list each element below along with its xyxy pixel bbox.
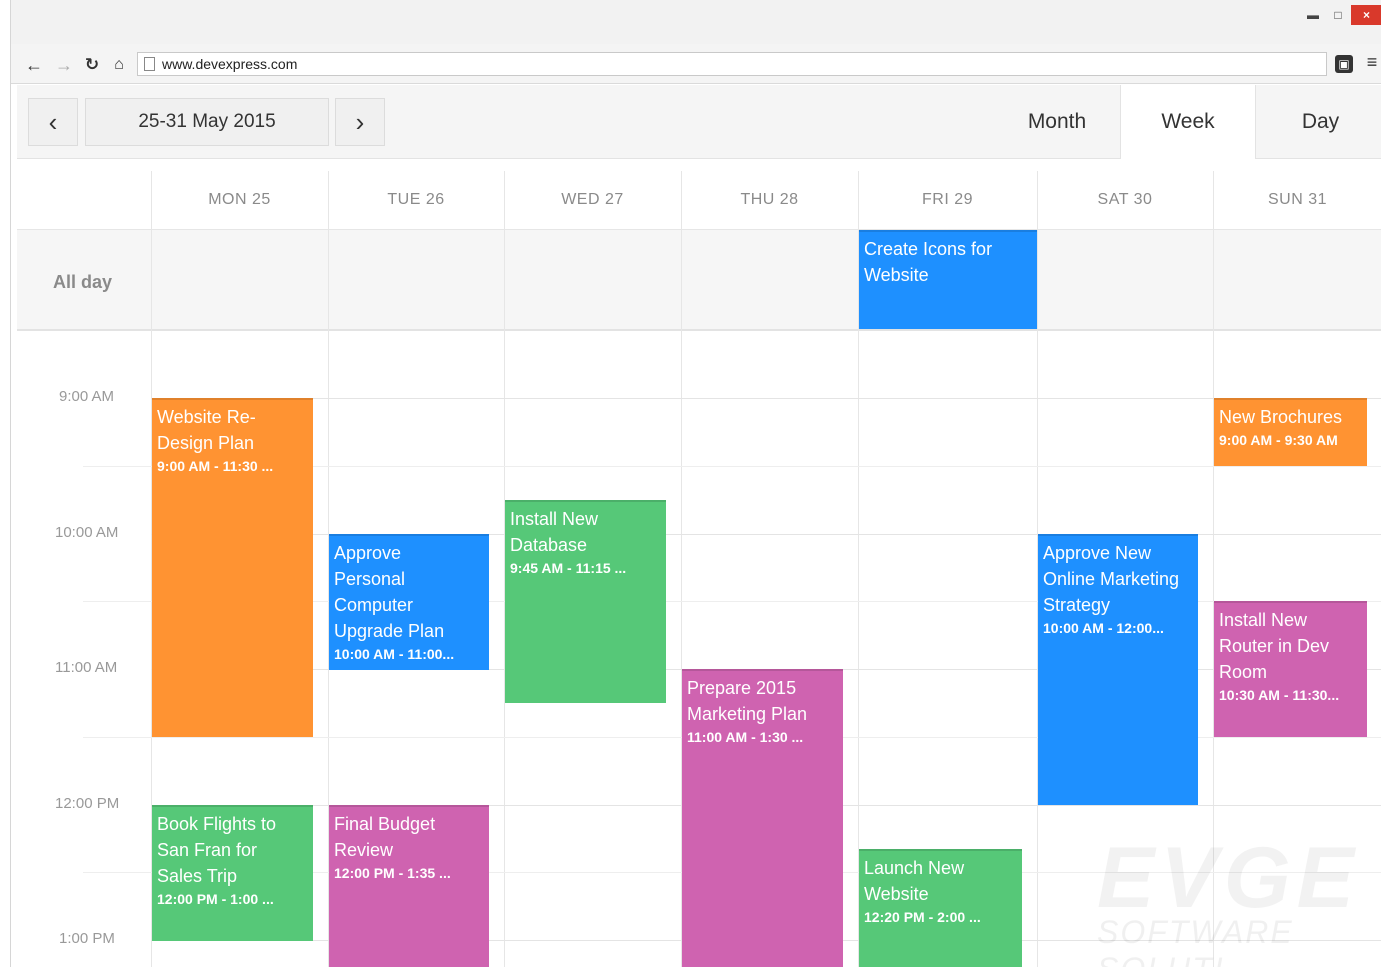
appointment-time: 10:30 AM - 11:30... bbox=[1219, 687, 1340, 703]
day-header[interactable]: TUE 26 bbox=[328, 171, 504, 229]
tab-day[interactable]: Day bbox=[1259, 85, 1381, 159]
appointment-title: Install New Database bbox=[510, 509, 599, 555]
previous-button[interactable]: ‹ bbox=[28, 98, 78, 146]
day-header[interactable]: FRI 29 bbox=[858, 171, 1037, 229]
appointment-time: 12:00 PM - 1:35 ... bbox=[334, 865, 451, 881]
appointment[interactable]: Prepare 2015 Marketing Plan 11:00 AM - 1:… bbox=[682, 669, 843, 967]
scheduler-toolbar: ‹ 25-31 May 2015 › Month Week Day bbox=[17, 85, 1381, 160]
menu-icon[interactable]: ≡ bbox=[1363, 52, 1381, 73]
appointment-time: 9:00 AM - 11:30 ... bbox=[157, 458, 274, 474]
tab-month[interactable]: Month bbox=[997, 85, 1117, 159]
time-label: 9:00 AM bbox=[59, 388, 115, 405]
appointment[interactable]: Website Re-Design Plan 9:00 AM - 11:30 ..… bbox=[152, 398, 313, 737]
appointment[interactable]: Launch New Website 12:20 PM - 2:00 ... bbox=[859, 849, 1022, 967]
appointment-title: Approve Personal Computer Upgrade Plan bbox=[334, 543, 445, 641]
close-icon[interactable]: × bbox=[1351, 5, 1381, 25]
maximize-icon[interactable]: □ bbox=[1327, 5, 1349, 25]
day-header[interactable]: SAT 30 bbox=[1037, 171, 1213, 229]
appointment-time: 11:00 AM - 1:30 ... bbox=[687, 729, 804, 745]
next-button[interactable]: › bbox=[335, 98, 385, 146]
appointment-time: 10:00 AM - 12:00... bbox=[1043, 620, 1164, 636]
browser-window: ▬ □ × ← → ↻ ⌂ www.devexpress.com ▣ ≡ ‹ 2… bbox=[10, 0, 1381, 967]
week-grid: All day MON 25 TUE 26 WED 27 THU 28 FRI 29 SA… bbox=[17, 159, 1381, 967]
date-range-label: 25-31 May 2015 bbox=[138, 111, 276, 132]
time-label: 1:00 PM bbox=[59, 930, 115, 947]
back-arrow-icon[interactable]: ← bbox=[23, 54, 45, 76]
time-label: 12:00 PM bbox=[55, 795, 120, 812]
hour-line bbox=[151, 398, 1381, 399]
all-day-row: All day bbox=[17, 229, 1381, 331]
extension-icon[interactable]: ▣ bbox=[1335, 55, 1353, 73]
appointment[interactable]: Book Flights to San Fran for Sales Trip 1… bbox=[152, 805, 313, 941]
time-label: 10:00 AM bbox=[55, 524, 119, 541]
appointment[interactable]: Approve Personal Computer Upgrade Plan 10… bbox=[329, 534, 489, 670]
day-header[interactable]: WED 27 bbox=[504, 171, 681, 229]
appointment-time: 12:00 PM - 1:00 ... bbox=[157, 891, 274, 907]
appointment-title: Website Re-Design Plan bbox=[157, 407, 256, 453]
url-text: www.devexpress.com bbox=[162, 56, 298, 72]
title-bar: ▬ □ × bbox=[11, 0, 1381, 44]
chevron-right-icon: › bbox=[355, 107, 365, 137]
minimize-icon[interactable]: ▬ bbox=[1302, 5, 1324, 25]
appointment-title: Launch New Website bbox=[864, 858, 965, 904]
all-day-appointment[interactable]: Create Icons for Website bbox=[859, 230, 1037, 329]
appointment-time: 12:20 PM - 2:00 ... bbox=[864, 909, 981, 925]
appointment-title: New Brochures bbox=[1219, 407, 1343, 427]
appointment-title: Prepare 2015 Marketing Plan bbox=[687, 678, 808, 724]
appointment[interactable]: Approve New Online Marketing Strategy 10:… bbox=[1038, 534, 1198, 805]
all-day-label: All day bbox=[53, 272, 113, 292]
day-header[interactable]: SUN 31 bbox=[1213, 171, 1381, 229]
address-bar[interactable]: www.devexpress.com bbox=[137, 52, 1327, 76]
appointment-time: 9:45 AM - 11:15 ... bbox=[510, 560, 627, 576]
day-header[interactable]: THU 28 bbox=[681, 171, 858, 229]
time-label: 11:00 AM bbox=[55, 659, 118, 676]
date-range-button[interactable]: 25-31 May 2015 bbox=[85, 98, 329, 146]
home-icon[interactable]: ⌂ bbox=[108, 54, 130, 76]
appointment-title: Approve New Online Marketing Strategy bbox=[1043, 543, 1180, 615]
watermark-tagline: SOFTWARE SOLUTI bbox=[1097, 914, 1294, 967]
appointment[interactable]: Final Budget Review 12:00 PM - 1:35 ... bbox=[329, 805, 489, 967]
appointment-title: Final Budget Review bbox=[334, 814, 436, 860]
appointment[interactable]: New Brochures 9:00 AM - 9:30 AM bbox=[1214, 398, 1367, 466]
appointment[interactable]: Install New Database 9:45 AM - 11:15 ... bbox=[505, 500, 666, 703]
appointment[interactable]: Install New Router in Dev Room 10:30 AM -… bbox=[1214, 601, 1367, 737]
appointment-time: 9:00 AM - 9:30 AM bbox=[1219, 432, 1338, 448]
forward-arrow-icon[interactable]: → bbox=[53, 54, 75, 76]
browser-toolbar: ← → ↻ ⌂ www.devexpress.com ▣ ≡ bbox=[11, 44, 1381, 84]
tab-week[interactable]: Week bbox=[1120, 85, 1256, 160]
appointment-title: Book Flights to San Fran for Sales Trip bbox=[157, 814, 277, 886]
appointment-time: 10:00 AM - 11:00... bbox=[334, 646, 455, 662]
reload-icon[interactable]: ↻ bbox=[81, 54, 103, 76]
page-icon bbox=[144, 57, 155, 71]
chevron-left-icon: ‹ bbox=[48, 107, 58, 137]
appointment-title: Create Icons for Website bbox=[864, 239, 993, 285]
appointment-title: Install New Router in Dev Room bbox=[1219, 610, 1330, 682]
day-header[interactable]: MON 25 bbox=[151, 171, 328, 229]
